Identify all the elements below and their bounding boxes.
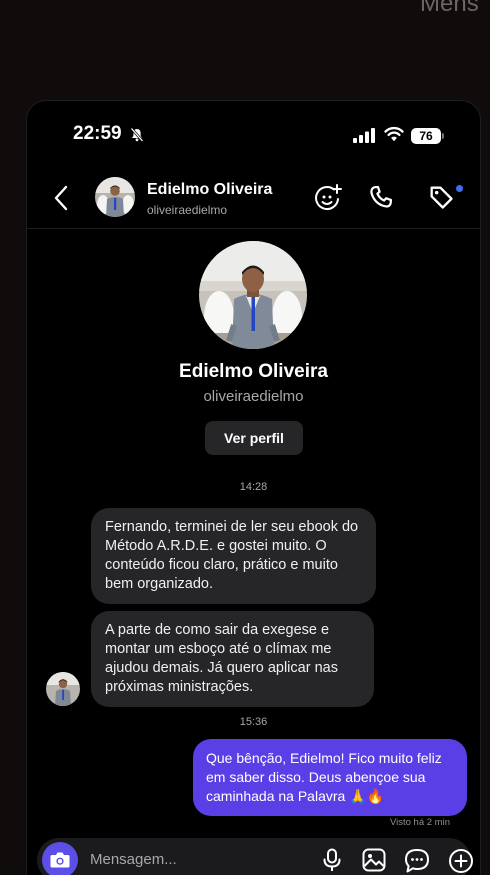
add-circle-icon[interactable] bbox=[448, 848, 474, 875]
status-bar: 22:59 76 bbox=[27, 121, 480, 151]
sender-avatar[interactable] bbox=[46, 672, 80, 706]
message-input[interactable]: Mensagem... bbox=[90, 851, 177, 868]
header-username[interactable]: oliveiraedielmo bbox=[147, 203, 227, 217]
message-timestamp: 14:28 bbox=[239, 481, 268, 493]
battery-tip bbox=[442, 133, 444, 139]
profile-name: Edielmo Oliveira bbox=[179, 361, 328, 382]
view-profile-button[interactable]: Ver perfil bbox=[205, 421, 303, 455]
microphone-icon[interactable] bbox=[321, 848, 343, 875]
message-composer: Mensagem... bbox=[37, 838, 474, 875]
incoming-message[interactable]: Fernando, terminei de ler seu ebook do M… bbox=[91, 508, 376, 604]
phone-call-icon[interactable] bbox=[367, 183, 395, 216]
tag-label-icon[interactable] bbox=[427, 183, 455, 216]
phone-screen: 22:59 76 Edielmo Oliveira oliveiraedielm… bbox=[26, 100, 481, 875]
bell-muted-icon bbox=[129, 127, 145, 148]
header-name[interactable]: Edielmo Oliveira bbox=[147, 181, 272, 199]
seen-status: Visto há 2 min bbox=[389, 817, 450, 828]
outgoing-message[interactable]: Que bênção, Edielmo! Fico muito feliz em… bbox=[193, 739, 467, 816]
chat-header: Edielmo Oliveira oliveiraedielmo bbox=[27, 171, 480, 229]
sticker-chat-icon[interactable] bbox=[404, 848, 430, 875]
add-effect-icon[interactable] bbox=[313, 183, 343, 218]
incoming-message[interactable]: A parte de como sair da exegese e montar… bbox=[91, 611, 374, 707]
camera-button[interactable] bbox=[42, 842, 78, 875]
gallery-icon[interactable] bbox=[362, 848, 386, 875]
cellular-signal-icon bbox=[353, 128, 375, 148]
wifi-icon bbox=[384, 126, 404, 147]
notification-dot bbox=[456, 185, 463, 192]
camera-icon bbox=[50, 852, 70, 868]
background-title-fragment: Mens bbox=[420, 0, 479, 17]
battery-indicator: 76 bbox=[411, 128, 441, 144]
profile-username: oliveiraedielmo bbox=[203, 388, 304, 405]
message-timestamp: 15:36 bbox=[239, 716, 268, 728]
profile-avatar[interactable] bbox=[199, 241, 307, 349]
status-time: 22:59 bbox=[73, 123, 122, 144]
header-avatar[interactable] bbox=[95, 177, 135, 217]
back-arrow-icon[interactable] bbox=[53, 185, 69, 216]
